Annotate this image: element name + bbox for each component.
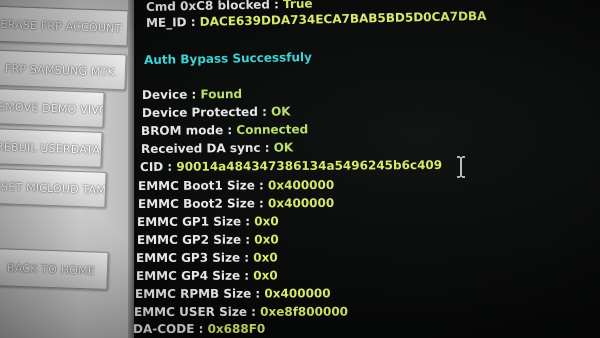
- log-value: 0x0: [254, 232, 279, 247]
- log-value: OK: [270, 104, 291, 119]
- log-value: Connected: [236, 122, 309, 138]
- text-cursor-icon: [457, 156, 465, 178]
- sidebar-divider: [128, 0, 134, 338]
- log-label: BROM mode :: [140, 123, 233, 138]
- log-output: Cmd 0xC8 blocked : True ME_ID : DACE639D…: [133, 0, 600, 338]
- log-label: EMMC GP4 Size :: [135, 268, 250, 283]
- log-label: CID :: [139, 159, 173, 174]
- log-label: DA-CODE :: [132, 321, 204, 336]
- log-line-gp4: EMMC GP4 Size : 0x0: [136, 269, 278, 283]
- log-value: 0xe8f800000: [260, 304, 349, 319]
- log-line-brom: BROM mode : Connected: [141, 122, 308, 138]
- log-line-boot2: EMMC Boot2 Size : 0x400000: [138, 196, 334, 211]
- erase-frp-account-button[interactable]: ERASE FRP ACCOUNT: [0, 5, 129, 47]
- log-line-da-sync: Received DA sync : OK: [141, 140, 293, 156]
- log-value: 0x688F0: [207, 321, 266, 336]
- log-line-gp3: EMMC GP3 Size : 0x0: [136, 251, 278, 265]
- log-line-da-code: DA-CODE : 0x688F0: [133, 322, 265, 336]
- log-line-auth-bypass: Auth Bypass Successfuly: [144, 50, 312, 67]
- log-label: Cmd 0xC8 blocked :: [145, 0, 280, 14]
- log-label: Device Protected :: [141, 104, 267, 120]
- log-value: 0x0: [253, 250, 278, 265]
- sidebar-panel: ERASE FRP ACCOUNT FRP SAMSUNG MTK REMOVE…: [0, 0, 132, 338]
- log-line-boot1: EMMC Boot1 Size : 0x400000: [138, 178, 334, 193]
- log-line-rpmb: EMMC RPMB Size : 0x400000: [135, 286, 331, 301]
- remove-demo-vivo-button[interactable]: REMOVE DEMO VIVO: [0, 88, 105, 128]
- back-to-home-button[interactable]: BACK TO HOME: [0, 248, 109, 290]
- app-screen: ERASE FRP ACCOUNT FRP SAMSUNG MTK REMOVE…: [0, 0, 600, 338]
- log-line-cmd: Cmd 0xC8 blocked : True: [146, 0, 313, 14]
- log-label: EMMC GP3 Size :: [135, 250, 250, 265]
- log-label: EMMC GP2 Size :: [136, 232, 251, 247]
- log-line-protected: Device Protected : OK: [142, 104, 291, 120]
- log-value: 0x400000: [264, 286, 331, 301]
- log-value: 0x0: [253, 268, 278, 283]
- log-label: EMMC USER Size :: [133, 304, 256, 319]
- rebuild-userdata-button[interactable]: REBUIL USERDATA: [0, 128, 103, 168]
- log-line-user: EMMC USER Size : 0xe8f800000: [134, 305, 348, 319]
- log-line-gp2: EMMC GP2 Size : 0x0: [137, 233, 279, 247]
- log-line-cid: CID : 90014a484347386134a5496245b6c409: [140, 158, 442, 174]
- reset-micloud-button[interactable]: ESET MICLOUD TAM: [0, 168, 107, 208]
- log-value: OK: [273, 140, 294, 155]
- log-label: EMMC RPMB Size :: [134, 286, 261, 301]
- log-label: EMMC Boot1 Size :: [137, 178, 264, 193]
- log-label: Received DA sync :: [140, 140, 270, 156]
- log-value: 0x0: [254, 214, 279, 229]
- log-label: Device :: [141, 87, 197, 102]
- log-line-gp1: EMMC GP1 Size : 0x0: [137, 214, 279, 229]
- log-value: 0x400000: [267, 195, 335, 211]
- log-line-device: Device : Found: [142, 87, 242, 102]
- log-status: Auth Bypass Successfuly: [143, 50, 313, 67]
- log-label: EMMC GP1 Size :: [136, 214, 251, 229]
- log-value: Found: [200, 86, 243, 102]
- log-label: EMMC Boot2 Size :: [137, 196, 264, 211]
- log-value: True: [282, 0, 313, 12]
- log-label: ME_ID :: [145, 14, 196, 30]
- log-value: 0x400000: [267, 177, 335, 193]
- log-value: 90014a484347386134a5496245b6c409: [176, 157, 443, 174]
- frp-samsung-mtk-button[interactable]: FRP SAMSUNG MTK: [0, 49, 127, 91]
